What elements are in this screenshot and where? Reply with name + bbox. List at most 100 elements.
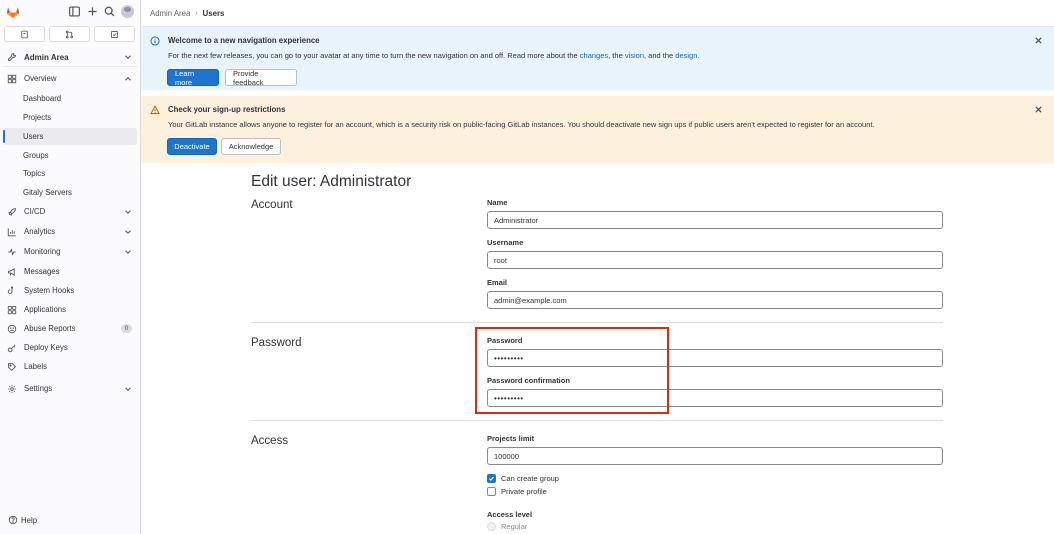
- breadcrumb-admin-area[interactable]: Admin Area: [150, 9, 190, 18]
- key-icon: [7, 342, 18, 353]
- info-icon: [150, 36, 160, 46]
- regular-label: Regular: [501, 522, 528, 531]
- admin-icon: [7, 52, 18, 63]
- checkbox-checked-icon: [487, 474, 496, 483]
- sidebar-item-system-hooks[interactable]: System Hooks: [3, 282, 137, 299]
- email-field[interactable]: admin@example.com: [487, 291, 943, 309]
- issues-counter-button[interactable]: [4, 26, 45, 42]
- merge-request-icon: [65, 30, 74, 39]
- username-label: Username: [487, 238, 524, 247]
- chevron-down-icon: [124, 53, 132, 61]
- plus-icon[interactable]: [86, 5, 99, 18]
- alert-title: Check your sign-up restrictions: [168, 105, 286, 114]
- context-switcher-admin-area[interactable]: Admin Area: [3, 48, 137, 66]
- sidebar-item-label: Abuse Reports: [24, 324, 76, 333]
- user-avatar[interactable]: [121, 5, 134, 18]
- sidebar-item-analytics[interactable]: Analytics: [3, 223, 137, 240]
- sidebar-item-messages[interactable]: Messages: [3, 263, 137, 280]
- sidebar-item-applications[interactable]: Applications: [3, 301, 137, 318]
- sidebar-item-label: Dashboard: [23, 94, 62, 103]
- checkbox-unchecked-icon: [487, 487, 496, 496]
- sidebar-item-label: System Hooks: [24, 286, 75, 295]
- sidebar-item-gitaly-servers[interactable]: Gitaly Servers: [3, 184, 137, 201]
- changes-link[interactable]: changes: [580, 51, 608, 60]
- acknowledge-button[interactable]: Acknowledge: [221, 138, 281, 155]
- sidebar-item-labels[interactable]: Labels: [3, 358, 137, 375]
- design-link[interactable]: design: [675, 51, 697, 60]
- sidebar-item-groups[interactable]: Groups: [3, 147, 137, 164]
- close-icon[interactable]: [1034, 36, 1043, 45]
- sidebar-item-label: Settings: [24, 384, 53, 393]
- alert-body-text: .: [697, 51, 700, 60]
- sidebar-item-label: Users: [23, 132, 44, 141]
- alert-title: Welcome to a new navigation experience: [168, 36, 320, 45]
- username-field[interactable]: root: [487, 251, 943, 269]
- merge-requests-counter-button[interactable]: [49, 26, 90, 42]
- learn-more-button[interactable]: Learn more: [167, 69, 219, 87]
- help-label: Help: [21, 515, 38, 525]
- sidebar-item-label: Projects: [23, 113, 52, 122]
- breadcrumb-separator: ›: [195, 10, 198, 17]
- search-icon[interactable]: [103, 5, 116, 18]
- access-level-label: Access level: [487, 510, 533, 519]
- provide-feedback-button[interactable]: Provide feedback: [225, 69, 297, 87]
- sidebar-item-topics[interactable]: Topics: [3, 165, 137, 182]
- label-icon: [7, 361, 18, 372]
- access-level-regular-radio[interactable]: Regular: [487, 522, 527, 531]
- gitlab-logo-icon[interactable]: [6, 5, 20, 19]
- page-title: Edit user: Administrator: [251, 173, 412, 190]
- chevron-down-icon: [124, 228, 132, 236]
- projects-limit-field[interactable]: 100000: [487, 447, 943, 465]
- sidebar-item-settings[interactable]: Settings: [3, 380, 137, 397]
- password-highlight-box: [475, 327, 669, 414]
- section-divider: [251, 420, 943, 421]
- todos-counter-button[interactable]: [94, 26, 135, 42]
- sidebar-item-projects[interactable]: Projects: [3, 109, 137, 126]
- sidebar-item-label: Overview: [24, 74, 57, 83]
- alert-body-text: , the: [608, 51, 625, 60]
- help-button[interactable]: Help: [8, 515, 37, 525]
- alert-body-text: For the next few releases, you can go to…: [168, 51, 580, 60]
- sidebar-item-users[interactable]: Users: [3, 128, 137, 145]
- can-create-group-label: Can create group: [501, 474, 559, 483]
- sidebar-item-label: Gitaly Servers: [23, 188, 72, 197]
- sidebar-item-overview[interactable]: Overview: [3, 70, 137, 87]
- chevron-down-icon: [124, 208, 132, 216]
- deactivate-button[interactable]: Deactivate: [167, 138, 217, 155]
- alert-body: For the next few releases, you can go to…: [168, 51, 700, 60]
- projects-limit-label: Projects limit: [487, 434, 535, 443]
- access-section-title: Access: [251, 435, 289, 447]
- sidebar-item-monitoring[interactable]: Monitoring: [3, 243, 137, 260]
- sidebar-item-label: Monitoring: [24, 247, 61, 256]
- abuse-reports-count-badge: 0: [121, 324, 132, 333]
- sidebar-item-label: CI/CD: [24, 207, 46, 216]
- sidebar-item-label: Groups: [23, 151, 49, 160]
- sidebar-toggle-icon[interactable]: [68, 5, 81, 18]
- private-profile-label: Private profile: [501, 487, 547, 496]
- breadcrumb-users[interactable]: Users: [203, 9, 225, 18]
- app-root: Admin Area Overview Dashboard Projects U…: [0, 0, 1054, 534]
- breadcrumb: Admin Area › Users: [150, 9, 224, 18]
- sidebar-item-label: Applications: [24, 305, 67, 314]
- private-profile-checkbox[interactable]: Private profile: [487, 487, 547, 496]
- sidebar-item-label: Messages: [24, 267, 60, 276]
- sidebar-item-label: Labels: [24, 362, 47, 371]
- vision-link[interactable]: vision: [625, 51, 644, 60]
- rocket-icon: [7, 206, 18, 217]
- chevron-down-icon: [124, 385, 132, 393]
- applications-icon: [7, 304, 18, 315]
- sidebar-item-abuse-reports[interactable]: Abuse Reports 0: [3, 320, 137, 337]
- todo-icon: [110, 30, 119, 39]
- can-create-group-checkbox[interactable]: Can create group: [487, 474, 559, 483]
- sidebar-divider: [3, 66, 137, 67]
- new-navigation-alert: Welcome to a new navigation experience F…: [141, 27, 1054, 90]
- sidebar-topbar: [0, 0, 141, 24]
- warning-icon: [150, 105, 160, 115]
- sidebar-item-deploy-keys[interactable]: Deploy Keys: [3, 339, 137, 356]
- close-icon[interactable]: [1034, 105, 1043, 114]
- sidebar-item-label: Analytics: [24, 227, 56, 236]
- sidebar-item-dashboard[interactable]: Dashboard: [3, 90, 137, 107]
- name-field[interactable]: Administrator: [487, 211, 943, 229]
- sidebar-item-cicd[interactable]: CI/CD: [3, 203, 137, 220]
- question-icon: [8, 515, 18, 525]
